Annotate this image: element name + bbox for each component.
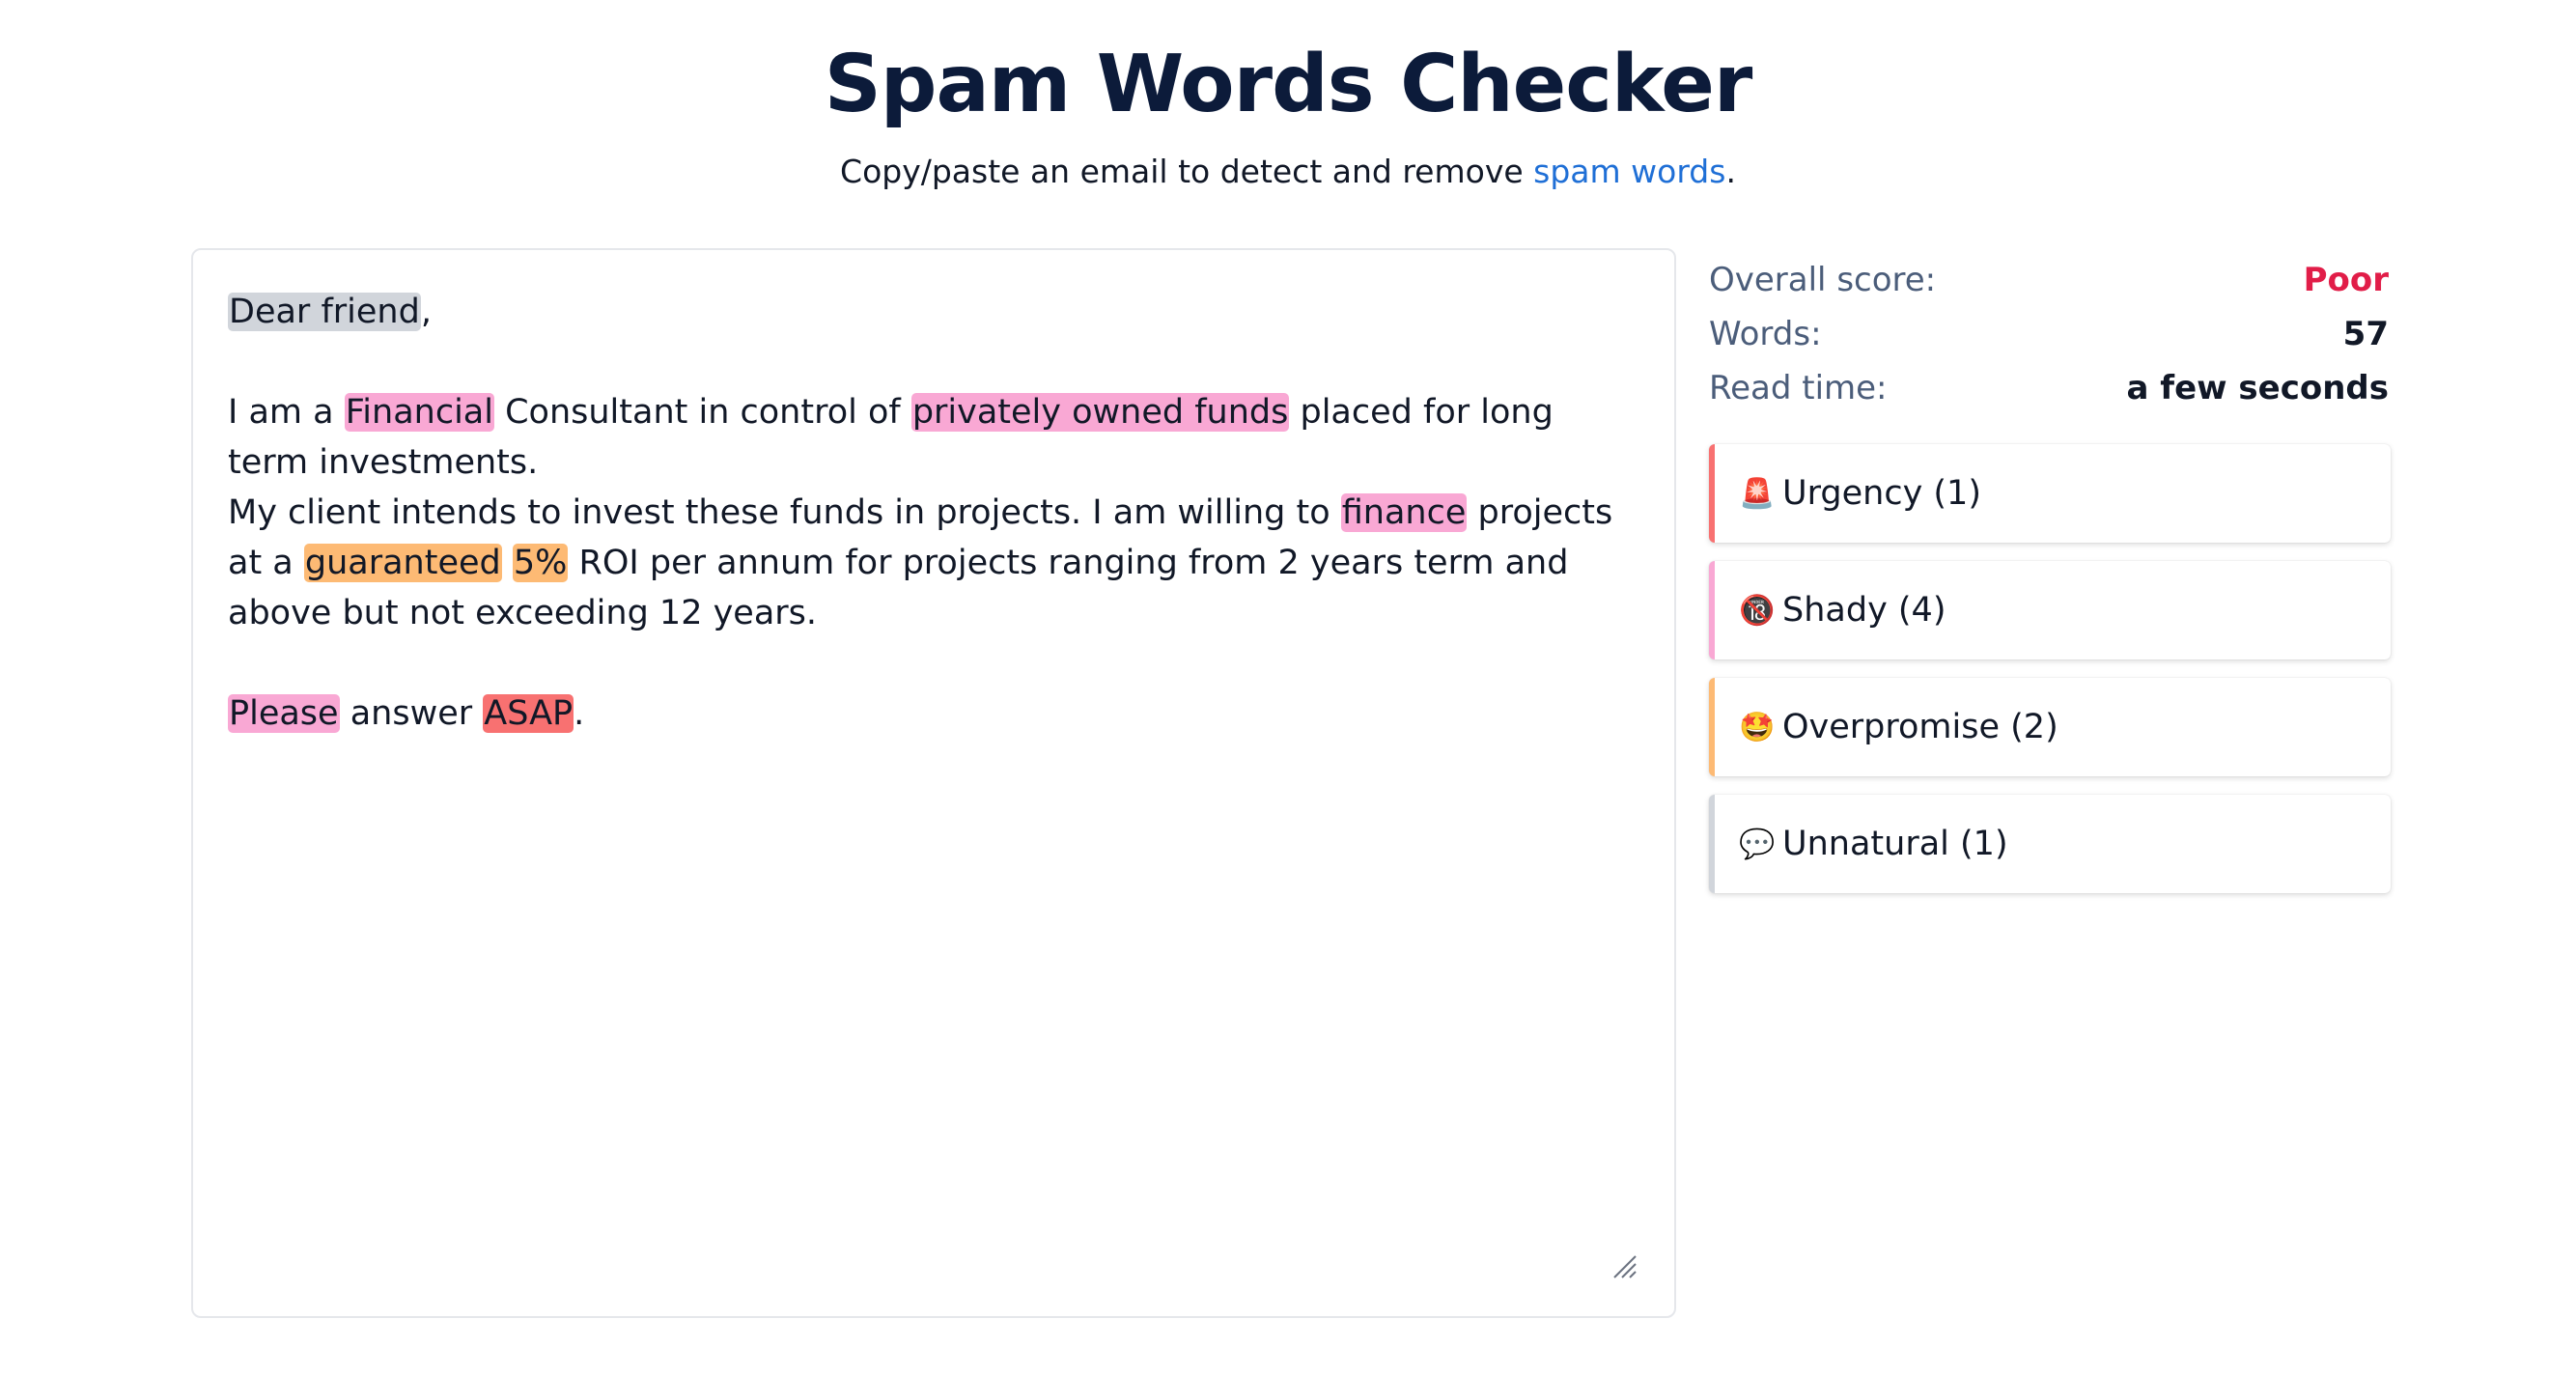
email-text: Consultant in control of bbox=[493, 393, 911, 432]
stats-panel: Overall score: Poor Words: 57 Read time:… bbox=[1709, 253, 2389, 415]
email-greeting: Dear friend, bbox=[228, 287, 1639, 337]
siren-icon: 🚨 bbox=[1739, 476, 1776, 511]
stat-words: Words: 57 bbox=[1709, 307, 2389, 361]
email-text: answer bbox=[339, 694, 484, 733]
stat-label: Words: bbox=[1709, 315, 1822, 353]
spam-category-list: 🚨 Urgency (1) 🔞 Shady (4) 🤩 Overpromise … bbox=[1709, 444, 2391, 912]
spam-highlight-urgency[interactable]: ASAP bbox=[483, 694, 574, 733]
stat-overall-score: Overall score: Poor bbox=[1709, 253, 2389, 307]
subtitle-text: Copy/paste an email to detect and remove bbox=[840, 153, 1534, 190]
resize-handle-icon[interactable] bbox=[1610, 1252, 1638, 1279]
email-text: My client intends to invest these funds … bbox=[228, 493, 1341, 532]
email-text-area[interactable]: Dear friend, I am a Financial Consultant… bbox=[191, 248, 1676, 1318]
star-struck-icon: 🤩 bbox=[1739, 710, 1776, 744]
spam-highlight-shady[interactable]: Financial bbox=[344, 393, 494, 432]
email-paragraph-3: Please answer ASAP. bbox=[228, 688, 1639, 739]
email-paragraph-1: I am a Financial Consultant in control o… bbox=[228, 387, 1639, 488]
no-under-18-icon: 🔞 bbox=[1739, 593, 1776, 628]
category-label: Unnatural (1) bbox=[1782, 825, 2008, 863]
subtitle-period: . bbox=[1725, 153, 1736, 190]
category-label: Overpromise (2) bbox=[1782, 708, 2058, 746]
spam-highlight-shady[interactable]: finance bbox=[1340, 493, 1468, 532]
email-text bbox=[502, 544, 513, 582]
category-overpromise[interactable]: 🤩 Overpromise (2) bbox=[1709, 678, 2391, 776]
spam-highlight-overpromise[interactable]: 5% bbox=[512, 544, 569, 582]
page: Spam Words Checker Copy/paste an email t… bbox=[0, 0, 2576, 1375]
category-unnatural[interactable]: 💬 Unnatural (1) bbox=[1709, 795, 2391, 893]
email-text: . bbox=[574, 694, 585, 733]
category-label: Shady (4) bbox=[1782, 591, 1946, 630]
page-title: Spam Words Checker bbox=[824, 39, 1753, 130]
spam-highlight-overpromise[interactable]: guaranteed bbox=[303, 544, 502, 582]
read-time-value: a few seconds bbox=[2126, 369, 2389, 407]
email-text: I am a bbox=[228, 393, 345, 432]
speech-bubble-icon: 💬 bbox=[1739, 827, 1776, 861]
stat-label: Read time: bbox=[1709, 369, 1888, 407]
stat-read-time: Read time: a few seconds bbox=[1709, 361, 2389, 415]
category-shady[interactable]: 🔞 Shady (4) bbox=[1709, 561, 2391, 659]
stat-label: Overall score: bbox=[1709, 261, 1937, 299]
word-count-value: 57 bbox=[2342, 315, 2389, 353]
spam-highlight-unnatural[interactable]: Dear friend bbox=[228, 293, 421, 331]
page-subtitle: Copy/paste an email to detect and remove… bbox=[0, 153, 2576, 190]
email-paragraph-2: My client intends to invest these funds … bbox=[228, 488, 1639, 638]
category-label: Urgency (1) bbox=[1782, 474, 1981, 513]
spam-words-link[interactable]: spam words bbox=[1533, 153, 1725, 190]
overall-score-value: Poor bbox=[2303, 261, 2389, 299]
spam-highlight-shady[interactable]: privately owned funds bbox=[910, 393, 1290, 432]
email-text: , bbox=[420, 293, 432, 331]
spam-highlight-shady[interactable]: Please bbox=[228, 694, 340, 733]
category-urgency[interactable]: 🚨 Urgency (1) bbox=[1709, 444, 2391, 543]
